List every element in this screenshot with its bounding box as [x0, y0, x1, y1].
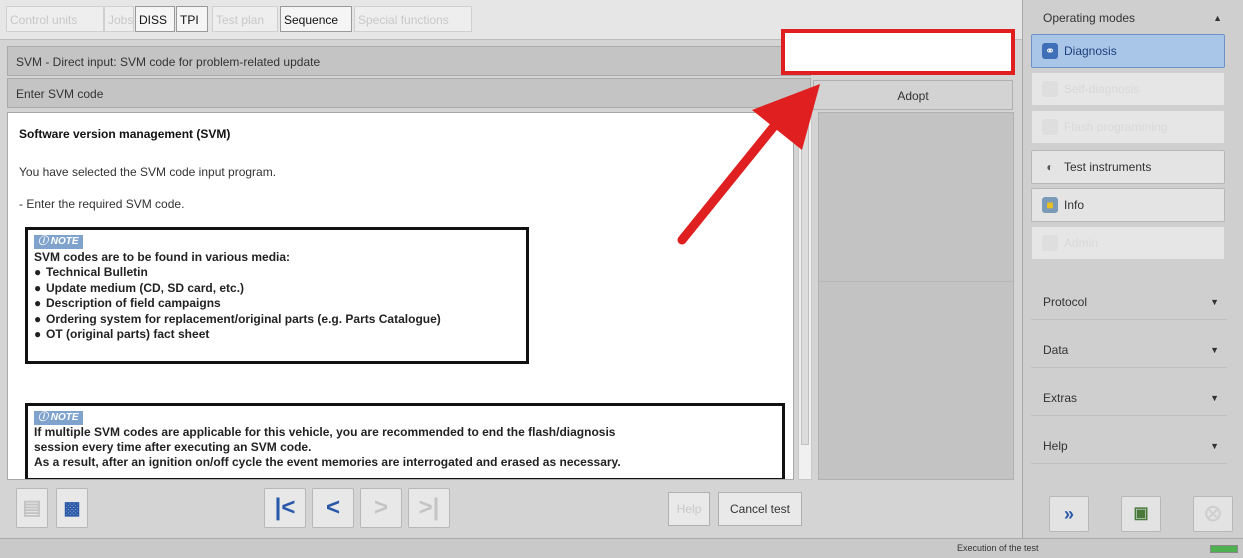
section-help[interactable]: Help ▼ [1031, 428, 1227, 464]
content-text-line: You have selected the SVM code input pro… [19, 165, 277, 179]
screenshot-icon[interactable]: ▣ [1121, 496, 1161, 532]
test-instruments-button[interactable]: ◐ Test instruments [1031, 150, 1225, 184]
tab-control-units[interactable]: Control units [6, 6, 104, 32]
adopt-button[interactable]: Adopt [813, 80, 1013, 110]
section-data[interactable]: Data ▼ [1031, 332, 1227, 368]
tab-test-plan[interactable]: Test plan [212, 6, 278, 32]
input-side-panel [818, 112, 1014, 480]
flash-icon [1042, 119, 1058, 135]
content-scrollbar[interactable] [798, 112, 812, 480]
note-badge: ⓘ NOTE [34, 411, 83, 425]
section-extras[interactable]: Extras ▼ [1031, 380, 1227, 416]
document-icon[interactable]: ▤ [16, 488, 48, 528]
document-search-icon[interactable]: ▩ [56, 488, 88, 528]
collapse-icon[interactable]: ▲ [1213, 6, 1222, 30]
list-item: ● Description of field campaigns [34, 296, 221, 310]
svm-code-input-highlight[interactable] [781, 29, 1015, 75]
self-diagnosis-icon [1042, 81, 1058, 97]
note-text: session every time after executing an SV… [34, 440, 312, 454]
note-badge: ⓘ NOTE [34, 235, 83, 249]
admin-icon [1042, 235, 1058, 251]
list-item: ● Technical Bulletin [34, 265, 148, 279]
previous-button[interactable]: < [312, 488, 354, 528]
info-button[interactable]: ■ Info [1031, 188, 1225, 222]
list-item: ● Update medium (CD, SD card, etc.) [34, 280, 245, 295]
diagnostic-app-window: Control units Jobs DISS TPI Test plan Se… [0, 0, 1243, 558]
status-progress-bar [1210, 545, 1238, 553]
note-box: ⓘ NOTE If multiple SVM codes are applica… [25, 403, 785, 479]
tab-tpi[interactable]: TPI [176, 6, 208, 32]
operating-modes-panel: Operating modes ▲ ⚭ Diagnosis Self-diagn… [1022, 0, 1243, 538]
content-text-line: - Enter the required SVM code. [19, 197, 185, 211]
bottom-toolbar: ▤ ▩ |< < > >| Help Cancel test [0, 482, 1022, 538]
flash-programming-button[interactable]: Flash programming [1031, 110, 1225, 144]
scrollbar-thumb[interactable] [801, 115, 809, 445]
note-text: If multiple SVM codes are applicable for… [34, 425, 616, 439]
expand-icon: ▼ [1210, 441, 1219, 451]
expand-icon: ▼ [1210, 393, 1219, 403]
note-text: As a result, after an ignition on/off cy… [34, 455, 621, 469]
content-title: Software version management (SVM) [19, 127, 231, 141]
tab-diss[interactable]: DISS [135, 6, 175, 32]
status-bar: Execution of the test [0, 538, 1243, 558]
next-button[interactable]: > [360, 488, 402, 528]
info-icon: ■ [1042, 197, 1058, 213]
note-heading: SVM codes are to be found in various med… [34, 250, 291, 264]
list-item: ● OT (original parts) fact sheet [34, 327, 210, 341]
forward-icon[interactable]: » [1049, 496, 1089, 532]
content-panel: Software version management (SVM) You ha… [7, 112, 794, 480]
note-list: ● Technical Bulletin ● Update medium (CD, … [34, 265, 520, 343]
last-page-button[interactable]: >| [408, 488, 450, 528]
expand-icon: ▼ [1210, 345, 1219, 355]
gauge-icon: ◐ [1046, 160, 1054, 174]
first-page-button[interactable]: |< [264, 488, 306, 528]
dialog-title: SVM - Direct input: SVM code for problem… [7, 46, 811, 76]
admin-button[interactable]: Admin [1031, 226, 1225, 260]
help-button[interactable]: Help [668, 492, 710, 526]
list-item: ● Ordering system for replacement/origina… [34, 311, 441, 326]
tab-jobs[interactable]: Jobs [104, 6, 134, 32]
stethoscope-icon: ⚭ [1042, 43, 1058, 59]
self-diagnosis-button[interactable]: Self-diagnosis [1031, 72, 1225, 106]
status-text: Execution of the test [957, 543, 1039, 553]
note-box: ⓘ NOTE SVM codes are to be found in vari… [25, 227, 529, 364]
exit-icon[interactable]: ⨂ [1193, 496, 1233, 532]
section-protocol[interactable]: Protocol ▼ [1031, 284, 1227, 320]
cancel-test-button[interactable]: Cancel test [718, 492, 802, 526]
tab-sequence[interactable]: Sequence [280, 6, 352, 32]
operating-modes-header[interactable]: Operating modes ▲ [1031, 6, 1228, 30]
diagnosis-button[interactable]: ⚭ Diagnosis [1031, 34, 1225, 68]
input-prompt: Enter SVM code [7, 78, 811, 108]
expand-icon: ▼ [1210, 297, 1219, 307]
divider [819, 281, 1013, 282]
tab-special-functions[interactable]: Special functions [354, 6, 472, 32]
